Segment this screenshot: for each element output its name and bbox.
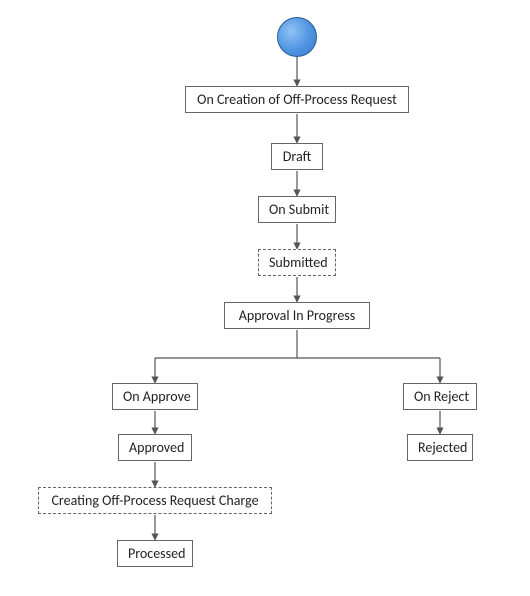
flowchart-canvas: On Creation of Off-Process Request Draft… (0, 0, 530, 596)
node-processed: Processed (117, 540, 193, 567)
node-draft: Draft (271, 143, 323, 170)
node-creating: Creating Off-Process Request Charge (38, 487, 272, 514)
node-submitted: Submitted (258, 249, 336, 276)
node-label: Creating Off-Process Request Charge (51, 492, 258, 509)
node-approved: Approved (118, 434, 192, 461)
node-label: Approved (129, 439, 184, 456)
node-on-submit: On Submit (258, 196, 336, 223)
node-label: On Reject (414, 388, 469, 405)
node-label: On Submit (269, 201, 329, 218)
node-on-creation: On Creation of Off-Process Request (185, 86, 409, 113)
node-on-approve: On Approve (112, 383, 198, 410)
node-rejected: Rejected (407, 434, 473, 461)
node-label: On Approve (123, 388, 191, 405)
node-label: On Creation of Off-Process Request (197, 91, 397, 108)
node-label: Approval In Progress (239, 307, 356, 324)
start-node (277, 17, 317, 57)
node-on-reject: On Reject (403, 383, 477, 410)
node-label: Processed (128, 545, 185, 562)
node-label: Submitted (269, 254, 328, 271)
node-label: Draft (283, 148, 311, 165)
node-approval: Approval In Progress (224, 302, 370, 329)
node-label: Rejected (418, 439, 467, 456)
